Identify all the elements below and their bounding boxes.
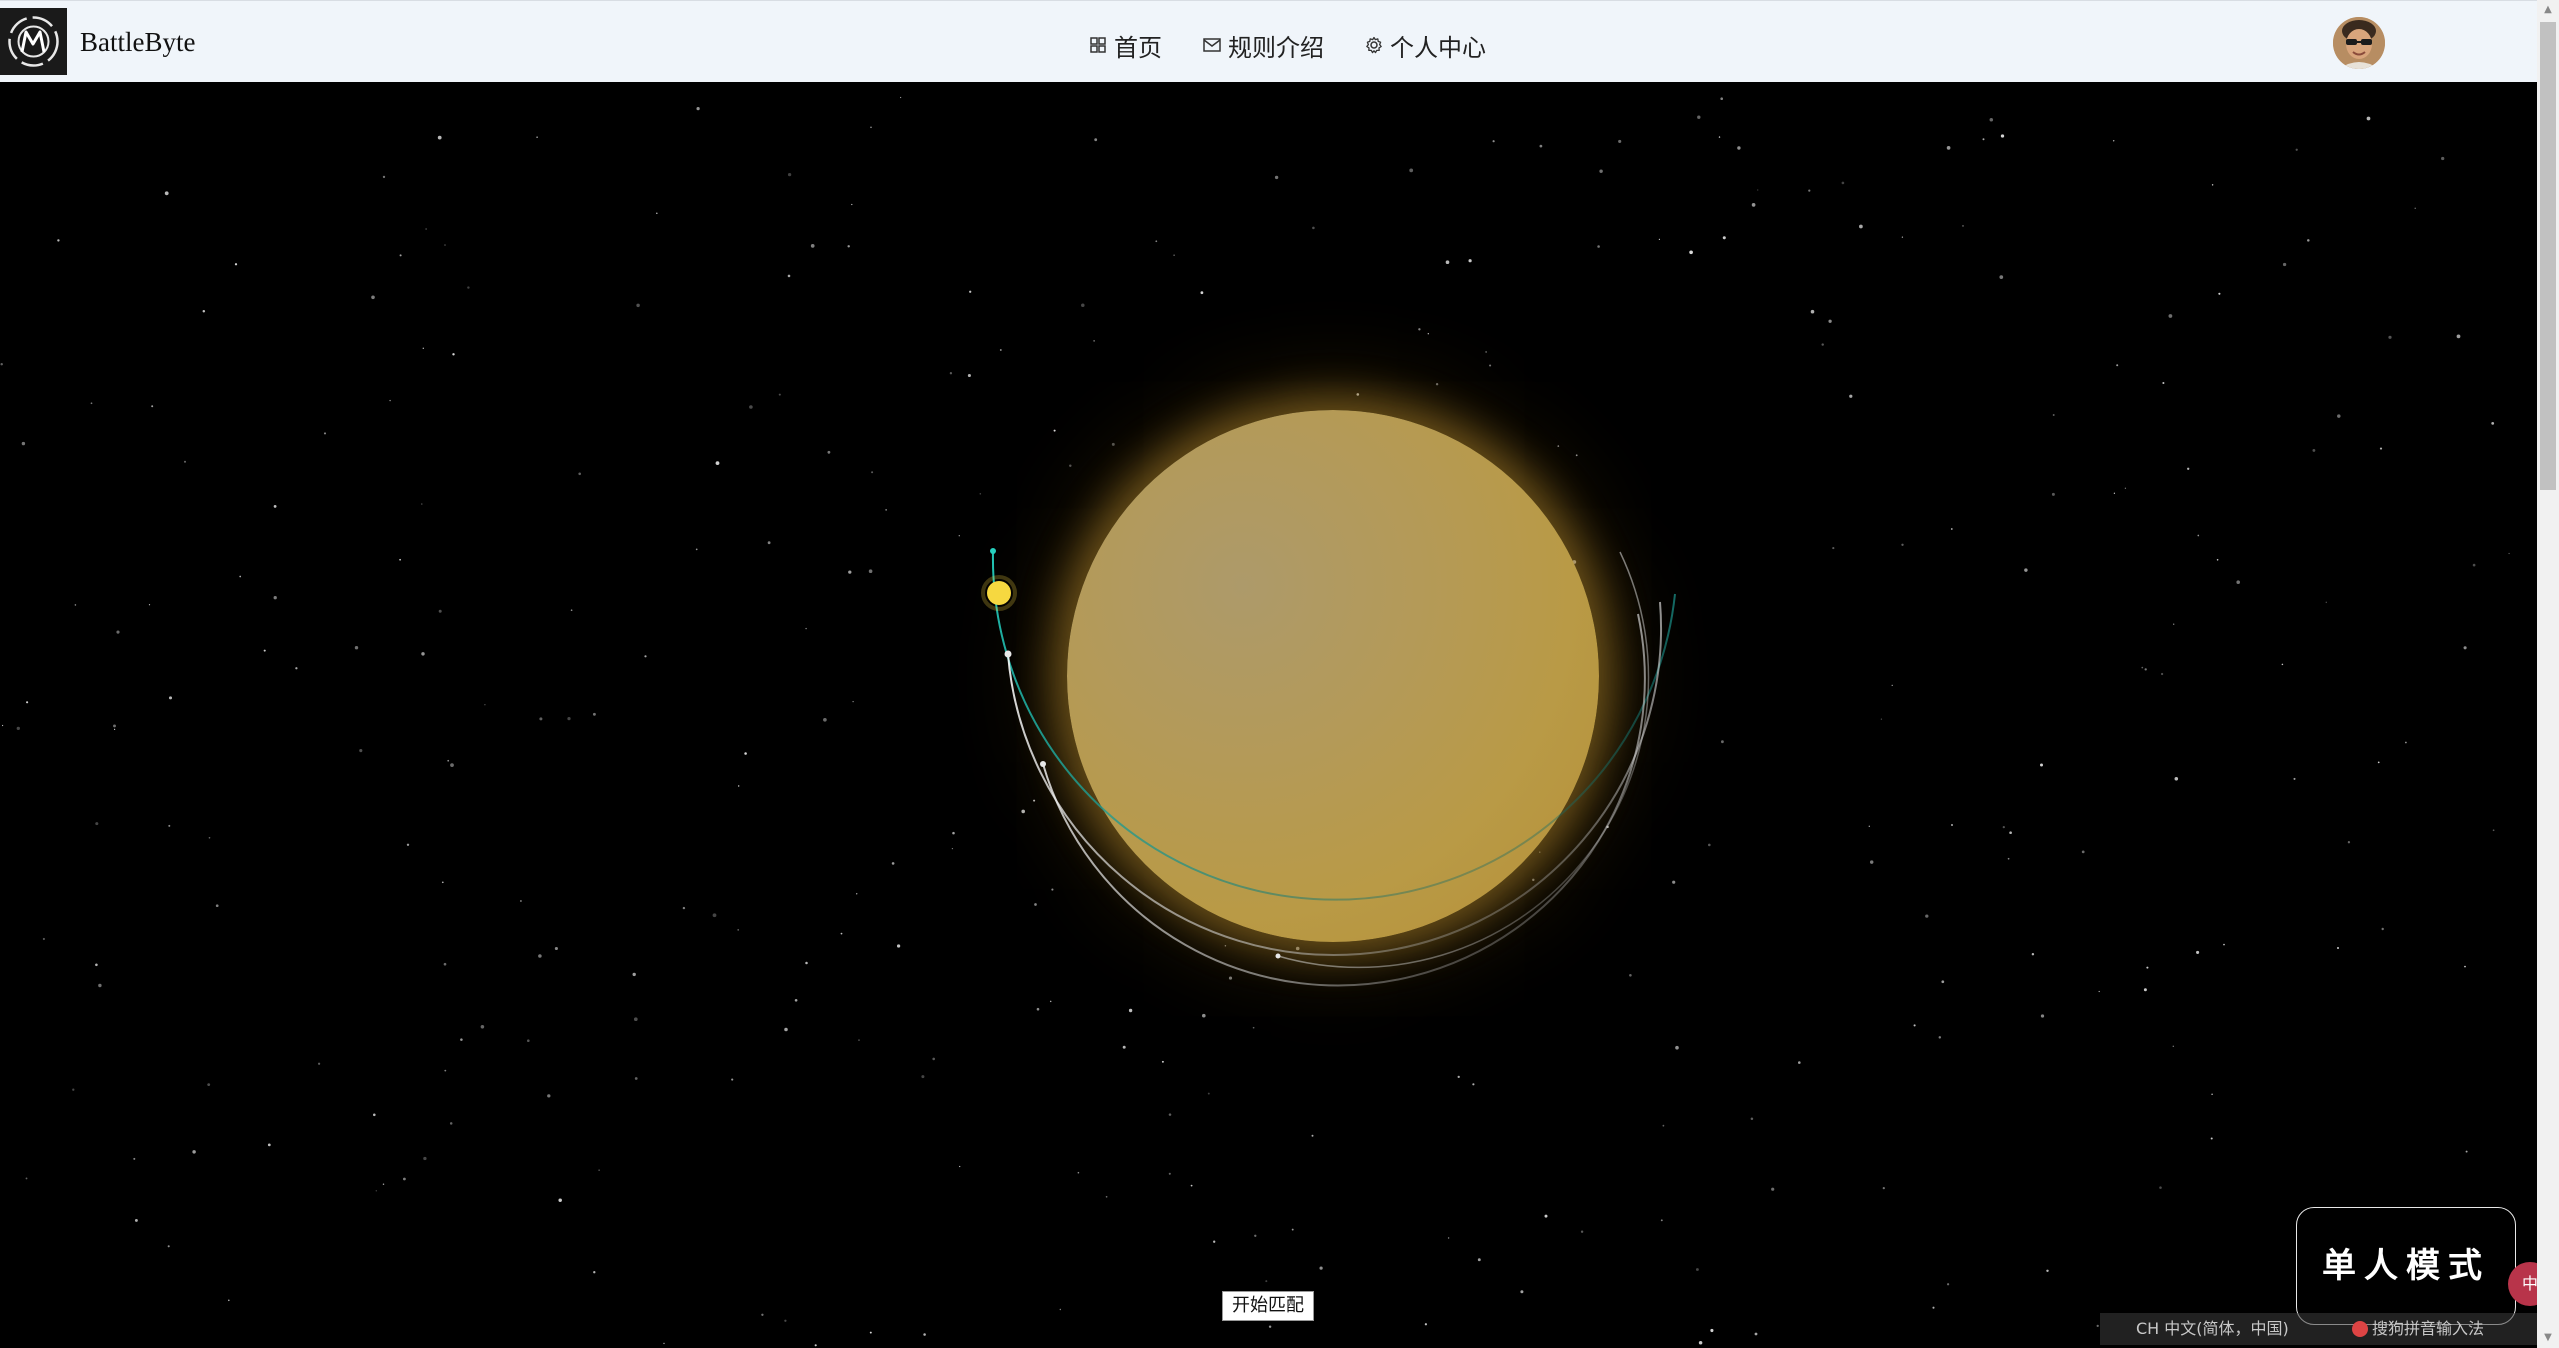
start-match-button[interactable]: 开始匹配 [1222,1291,1314,1321]
space-scene [0,82,2537,1348]
vertical-scrollbar[interactable]: ▲ ▼ [2537,0,2559,1348]
battlebyte-logo-icon[interactable] [0,8,67,75]
orbit-trail-mid [1007,601,1663,957]
page: BattleByte 首页 规则介绍 个人中心 开始匹配 单人模式 CH 中文(… [0,0,2559,1348]
menu-item-profile-label: 个人中心 [1390,33,1486,62]
user-avatar[interactable] [2333,17,2385,69]
menu-item-home[interactable]: 首页 [1088,28,1162,63]
mail-icon [1202,35,1222,55]
orbit-trail-outer [991,550,1676,901]
sogou-icon [2352,1321,2368,1337]
menu-item-rules-label: 规则介绍 [1228,33,1324,62]
scroll-thumb[interactable] [2540,22,2556,490]
scroll-down-arrow-icon[interactable]: ▼ [2537,1328,2559,1348]
ime-language[interactable]: CH 中文(简体，中国) [2136,1313,2289,1345]
grid-icon [1088,35,1108,55]
ime-input-method[interactable]: 搜狗拼音输入法 [2372,1313,2484,1345]
orbit-dot-white-2 [1040,761,1046,767]
ime-status-bar: CH 中文(简体，中国) 搜狗拼音输入法 [2100,1313,2537,1345]
orbit-trail-innermost [1277,551,1650,969]
menu-item-rules[interactable]: 规则介绍 [1202,28,1324,63]
top-navbar: BattleByte 首页 规则介绍 个人中心 [0,0,2537,82]
orbit-trail-inner [1042,613,1646,987]
main-menu: 首页 规则介绍 个人中心 [1088,27,1526,63]
orbit-dot-white-3 [1275,953,1281,959]
menu-item-home-label: 首页 [1114,33,1162,62]
single-mode-button[interactable]: 单人模式 [2296,1207,2516,1325]
menu-item-profile[interactable]: 个人中心 [1364,28,1486,63]
yellow-moon [987,581,1011,605]
gear-icon [1364,35,1384,55]
orbit-trails [981,548,1676,987]
orbit-dot-white-1 [1004,650,1012,658]
orbit-dot-teal [990,548,996,554]
scroll-up-arrow-icon[interactable]: ▲ [2537,0,2559,20]
brand-name[interactable]: BattleByte [80,26,195,58]
